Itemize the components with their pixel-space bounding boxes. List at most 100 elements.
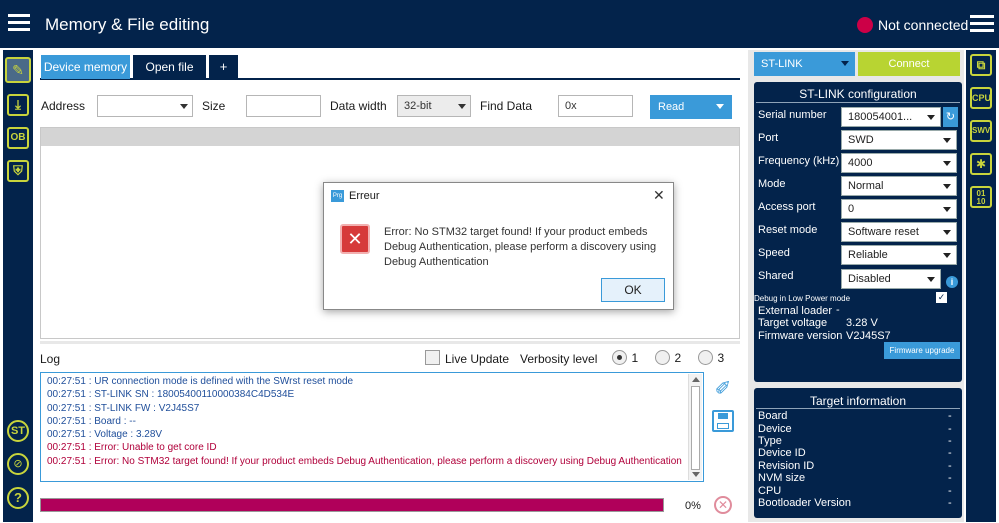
reset-mode-label: Reset mode [758, 224, 818, 236]
chevron-down-icon [943, 161, 951, 166]
tab-device-memory[interactable]: Device memory [41, 55, 130, 79]
log-line: 00:27:51 : ST-LINK SN : 1800540011000038… [47, 389, 295, 401]
device-manager-icon[interactable]: ⧉ [970, 54, 992, 76]
chevron-down-icon [927, 115, 935, 120]
chevron-down-icon [943, 230, 951, 235]
verbosity-radio-2[interactable]: 2 [655, 349, 681, 367]
log-line: 00:27:51 : UR connection mode is defined… [47, 376, 354, 387]
scroll-down-icon[interactable] [692, 472, 700, 477]
swv-icon[interactable]: SWV [970, 120, 992, 142]
edit-icon[interactable]: ✎ [5, 57, 31, 83]
access-port-value: 0 [848, 203, 855, 215]
port-label: Port [758, 132, 779, 144]
find-data-input[interactable]: 0x [558, 95, 633, 117]
port-select[interactable]: SWD [841, 130, 957, 150]
refresh-icon[interactable]: ↻ [943, 107, 958, 127]
header-menu-icon[interactable] [970, 15, 994, 33]
data-width-select[interactable]: 32-bit [397, 95, 471, 117]
device-id-label: Device ID [758, 447, 806, 459]
speed-label: Speed [758, 247, 790, 259]
shared-label: Shared [758, 270, 794, 282]
chevron-down-icon [458, 104, 466, 109]
nvm-size-value: - [948, 472, 952, 484]
chevron-down-icon [927, 277, 935, 282]
clear-log-icon[interactable]: ✐ [712, 378, 734, 400]
save-log-icon[interactable] [712, 410, 734, 432]
log-line: 00:27:51 : Board : -- [47, 415, 136, 427]
radio-icon [698, 350, 713, 366]
type-value: - [948, 435, 952, 447]
live-update-checkbox[interactable] [425, 350, 440, 365]
splitter[interactable] [40, 341, 740, 344]
scroll-thumb[interactable] [691, 386, 700, 470]
access-port-select[interactable]: 0 [841, 199, 957, 219]
reset-mode-select[interactable]: Software reset [841, 222, 957, 242]
data-width-label: Data width [330, 99, 387, 113]
chevron-down-icon [943, 138, 951, 143]
revision-id-value: - [948, 460, 952, 472]
read-label: Read [658, 101, 685, 113]
error-dialog: Prg Erreur ✕ ✕ Error: No STM32 target fo… [323, 182, 674, 310]
dialog-message: Error: No STM32 target found! If your pr… [384, 226, 657, 268]
address-combo[interactable] [97, 95, 193, 117]
interface-select[interactable]: ST-LINK [754, 52, 855, 76]
size-input[interactable] [246, 95, 321, 117]
frequency-select[interactable]: 4000 [841, 153, 957, 173]
verbosity-radio-1[interactable]: 1 [612, 349, 638, 367]
tab-open-file[interactable]: Open file [133, 55, 206, 79]
serial-number-value: 180054001... [848, 111, 913, 123]
read-button[interactable]: Read [650, 95, 732, 119]
reset-mode-value: Software reset [848, 226, 919, 238]
debug-low-power-checkbox[interactable]: ✓ [936, 292, 947, 303]
tab-add[interactable]: + [209, 55, 238, 79]
serial-number-select[interactable]: 180054001... [841, 107, 941, 127]
verbosity-level-3: 3 [717, 351, 725, 365]
info-icon[interactable]: i [946, 276, 958, 288]
log-lines: 00:27:51 : UR connection mode is defined… [47, 375, 697, 468]
cancel-icon[interactable]: ✕ [714, 496, 732, 514]
chevron-down-icon [716, 104, 724, 109]
ok-button[interactable]: OK [601, 278, 665, 302]
download-icon[interactable]: ⤓ [7, 94, 29, 116]
page-title: Memory & File editing [45, 15, 210, 34]
firmware-version-value: V2J45S7 [846, 330, 891, 342]
frequency-label: Frequency (kHz) [758, 155, 840, 167]
progress-value: 0% [685, 500, 701, 512]
verbosity-label: Verbosity level [520, 352, 598, 366]
progress-bar [40, 498, 664, 512]
speed-select[interactable]: Reliable [841, 245, 957, 265]
address-label: Address [41, 99, 86, 113]
config-title: ST-LINK configuration [799, 87, 917, 101]
bug-icon[interactable]: ✱ [970, 153, 992, 175]
shared-value: Disabled [848, 273, 891, 285]
cpu-icon[interactable]: CPU [970, 87, 992, 109]
st-logo-icon[interactable]: ST [7, 420, 29, 442]
help-icon[interactable]: ? [7, 487, 29, 509]
verbosity-radio-3[interactable]: 3 [698, 349, 724, 367]
target-info-title: Target information [809, 394, 907, 408]
memory-header [41, 128, 739, 146]
board-value: - [948, 410, 952, 422]
mode-select[interactable]: Normal [841, 176, 957, 196]
mode-value: Normal [848, 180, 884, 192]
dialog-title: Erreur [349, 190, 380, 202]
debug-low-power-label: Debug in Low Power mode [754, 294, 851, 303]
find-data-label: Find Data [480, 99, 533, 113]
target-info-divider [756, 408, 960, 409]
firmware-upgrade-button[interactable]: Firmware upgrade [884, 342, 960, 359]
device-value: - [948, 423, 952, 435]
binary-icon[interactable]: 01 10 [970, 186, 992, 208]
scroll-up-icon[interactable] [692, 377, 700, 382]
log-line: 00:27:51 : ST-LINK FW : V2J45S7 [47, 402, 200, 414]
security-icon[interactable]: ⛨ [7, 160, 29, 182]
plugin-icon[interactable]: ⊘ [7, 453, 29, 475]
close-icon[interactable]: ✕ [653, 187, 665, 204]
mode-label: Mode [758, 178, 786, 190]
log-box[interactable]: 00:27:51 : UR connection mode is defined… [40, 372, 704, 482]
shared-select[interactable]: Disabled [841, 269, 941, 289]
option-bytes-icon[interactable]: OB [7, 127, 29, 149]
menu-icon[interactable] [8, 14, 30, 32]
cpu-label: CPU [758, 485, 782, 497]
log-scrollbar[interactable] [688, 374, 702, 480]
connect-button[interactable]: Connect [858, 52, 960, 76]
